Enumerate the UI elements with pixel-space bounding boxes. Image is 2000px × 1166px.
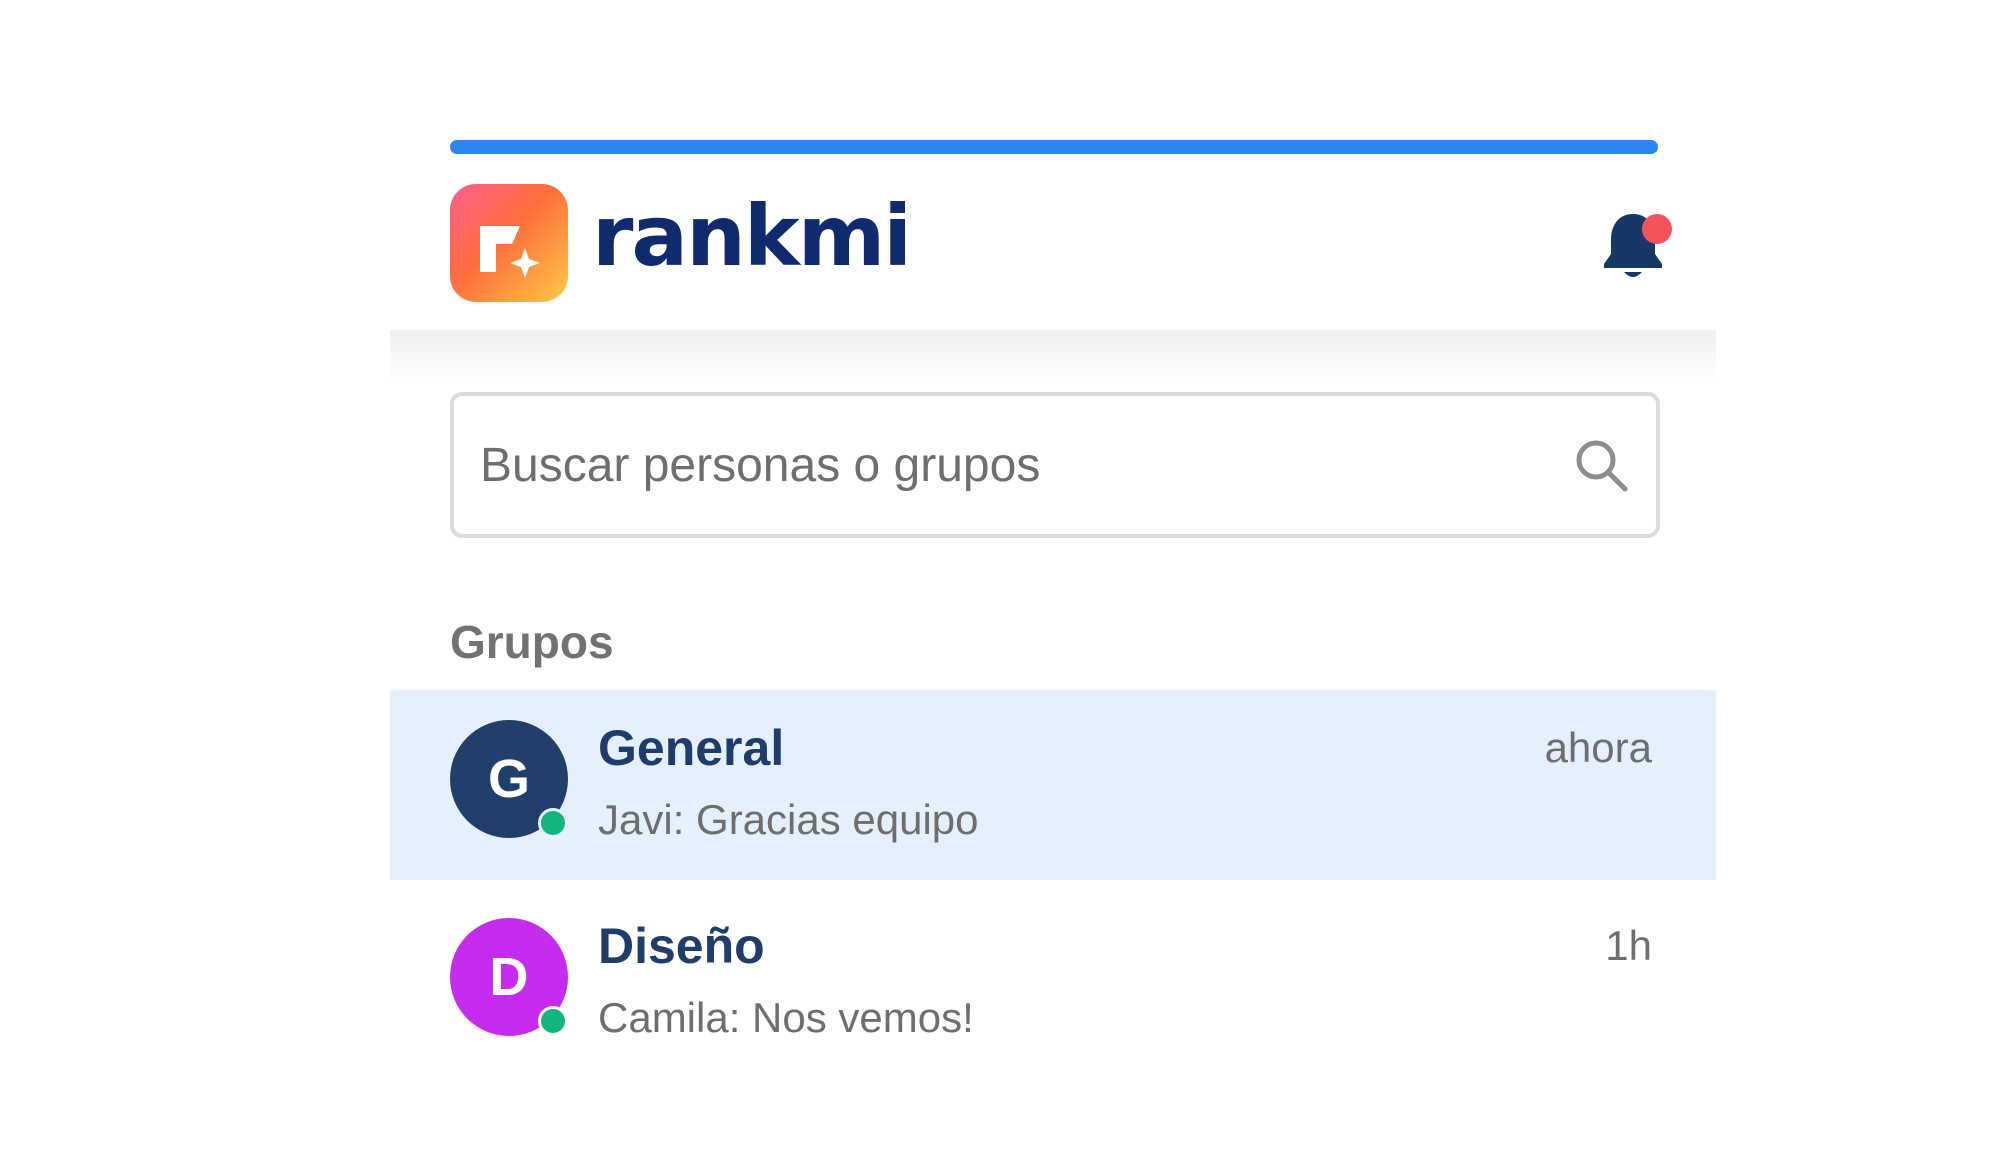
search-input[interactable] <box>480 396 1540 534</box>
groups-section-title: Grupos <box>450 616 614 668</box>
group-name: General <box>598 720 785 776</box>
avatar-initial: D <box>489 947 529 1007</box>
avatar-initial: G <box>487 749 530 809</box>
group-row-diseno[interactable]: D Diseño 1h Camila: Nos vemos! <box>390 888 1716 1078</box>
group-name: Diseño <box>598 918 765 974</box>
notification-badge <box>1642 214 1672 244</box>
rankmi-logo-icon[interactable] <box>450 184 568 302</box>
accent-bar <box>450 140 1658 154</box>
last-message-preview: Javi: Gracias equipo <box>598 796 979 843</box>
brand-wordmark[interactable]: rankmi <box>592 176 912 296</box>
last-message-preview: Camila: Nos vemos! <box>598 994 974 1041</box>
online-status-dot <box>538 808 568 838</box>
header-shadow <box>390 330 1716 386</box>
app-header: rankmi <box>390 154 1716 330</box>
search-box <box>450 392 1660 538</box>
message-time: ahora <box>1544 724 1652 771</box>
chat-panel: rankmi Grupos G General ahora Javi: Grac… <box>390 0 1716 1166</box>
group-row-general[interactable]: G General ahora Javi: Gracias equipo <box>390 690 1716 880</box>
message-time: 1h <box>1605 922 1652 969</box>
search-icon[interactable] <box>1572 436 1630 494</box>
online-status-dot <box>538 1006 568 1036</box>
